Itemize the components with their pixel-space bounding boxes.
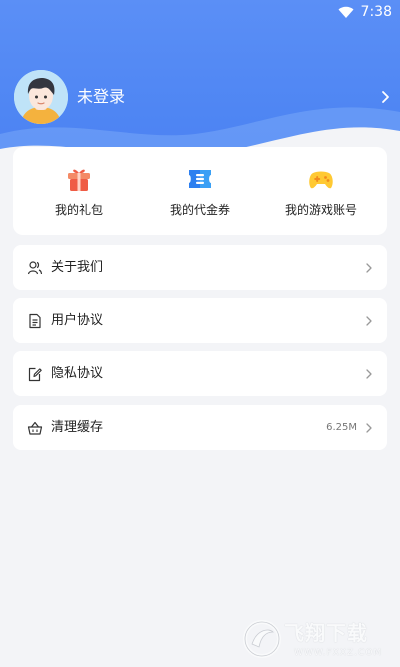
status-bar: 7:38	[0, 0, 400, 24]
watermark-url: WWW.FXXZ.COM	[294, 648, 383, 658]
gift-icon	[68, 169, 90, 191]
avatar-icon[interactable]	[14, 70, 68, 124]
quick-item-gifts[interactable]: 我的礼包	[19, 147, 139, 235]
cache-size-value: 6.25M	[326, 422, 357, 433]
menu-label-privacy-agreement: 隐私协议	[51, 365, 104, 381]
watermark-logo: 飞翔下载 WWW.FXXZ.COM	[242, 613, 392, 663]
wifi-icon	[338, 6, 354, 18]
quick-item-game-accounts[interactable]: 我的游戏账号	[261, 147, 381, 235]
document-icon	[29, 313, 41, 328]
login-profile-row[interactable]: 未登录	[14, 70, 390, 124]
menu-item-privacy-agreement[interactable]: 隐私协议	[13, 351, 387, 396]
menu-item-about-us[interactable]: 关于我们	[13, 245, 387, 290]
gamepad-icon	[309, 171, 333, 189]
quick-actions-card: 我的礼包 我的代金券 我的游戏账号	[13, 147, 387, 235]
chevron-right-icon	[366, 315, 372, 326]
users-icon	[27, 260, 43, 274]
chevron-right-icon	[366, 368, 372, 379]
voucher-icon	[189, 170, 211, 188]
quick-label-vouchers: 我的代金券	[169, 203, 230, 217]
watermark-icon	[243, 620, 281, 658]
menu-label-clear-cache: 清理缓存	[51, 419, 104, 435]
login-status-text[interactable]: 未登录	[77, 86, 125, 108]
menu-label-about-us: 关于我们	[51, 259, 104, 275]
watermark-title: 飞翔下载	[284, 621, 368, 645]
quick-label-game-accounts: 我的游戏账号	[284, 203, 357, 217]
chevron-right-icon	[366, 422, 372, 433]
menu-item-clear-cache[interactable]: 清理缓存 6.25M	[13, 405, 387, 450]
chevron-right-icon	[366, 262, 372, 273]
status-time: 7:38	[360, 4, 392, 20]
profile-screen: 7:38 未登录 我的礼包 我的代金券 我的游戏账号 关于我们 用户协议 隐私协…	[0, 0, 400, 667]
edit-document-icon	[28, 367, 42, 381]
quick-item-vouchers[interactable]: 我的代金券	[140, 147, 260, 235]
basket-icon	[27, 421, 43, 435]
menu-label-user-agreement: 用户协议	[51, 312, 104, 328]
quick-label-gifts: 我的礼包	[54, 203, 103, 217]
menu-item-user-agreement[interactable]: 用户协议	[13, 298, 387, 343]
chevron-right-icon[interactable]	[380, 90, 390, 104]
